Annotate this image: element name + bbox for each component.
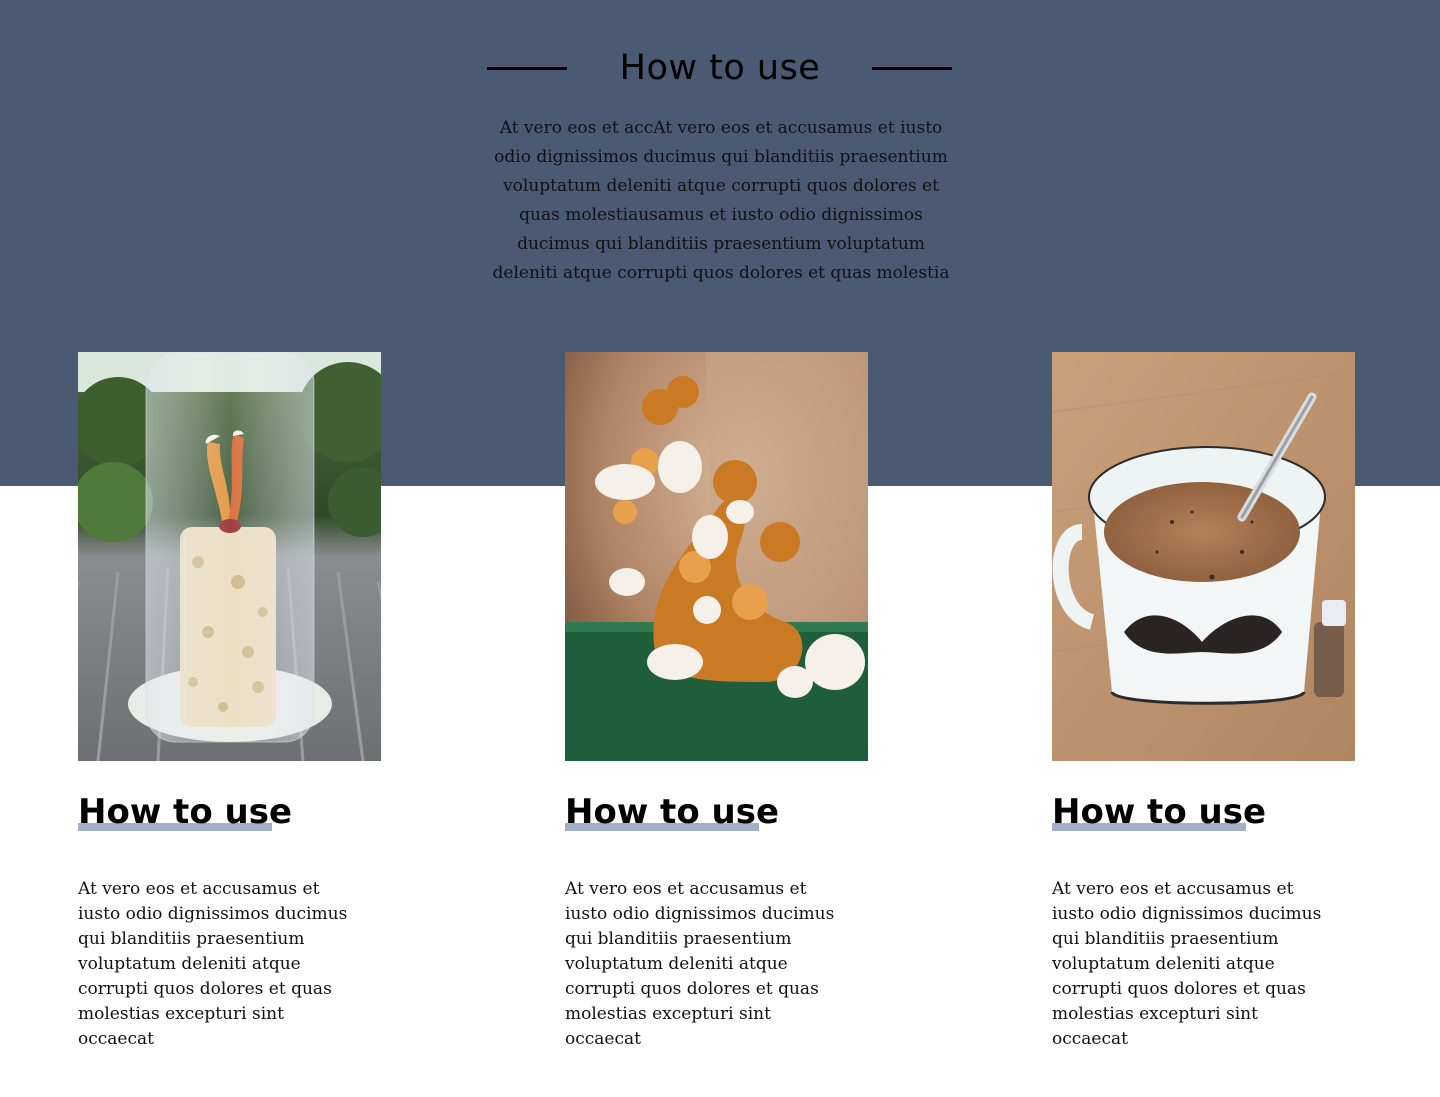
card-how-to-use-2: How to use At vero eos et accusamus et i… — [565, 352, 868, 1052]
card-title-text: How to use — [1052, 792, 1267, 832]
section-heading: How to use — [0, 46, 1440, 96]
card-how-to-use-1: How to use At vero eos et accusamus et i… — [78, 352, 381, 1052]
mushroom-grow-kit-photo — [78, 352, 381, 761]
card-how-to-use-3: How to use At vero eos et accusamus et i… — [1052, 352, 1355, 1052]
section-title: How to use — [619, 48, 821, 88]
heading-rule-right — [872, 67, 952, 70]
card-title: How to use — [565, 792, 779, 833]
card-title-text: How to use — [78, 792, 293, 832]
card-title: How to use — [78, 792, 292, 833]
card-body: At vero eos et accusamus et iusto odio d… — [1052, 878, 1322, 1049]
card-title-text: How to use — [565, 792, 780, 832]
card-title: How to use — [1052, 792, 1266, 833]
heading-rule-left — [487, 67, 567, 70]
card-body: At vero eos et accusamus et iusto odio d… — [78, 878, 348, 1049]
section-intro: At vero eos et accAt vero eos et accusam… — [492, 118, 950, 283]
reishi-mushroom-photo — [565, 352, 868, 761]
card-body: At vero eos et accusamus et iusto odio d… — [565, 878, 835, 1049]
coffee-cup-photo — [1052, 352, 1355, 761]
